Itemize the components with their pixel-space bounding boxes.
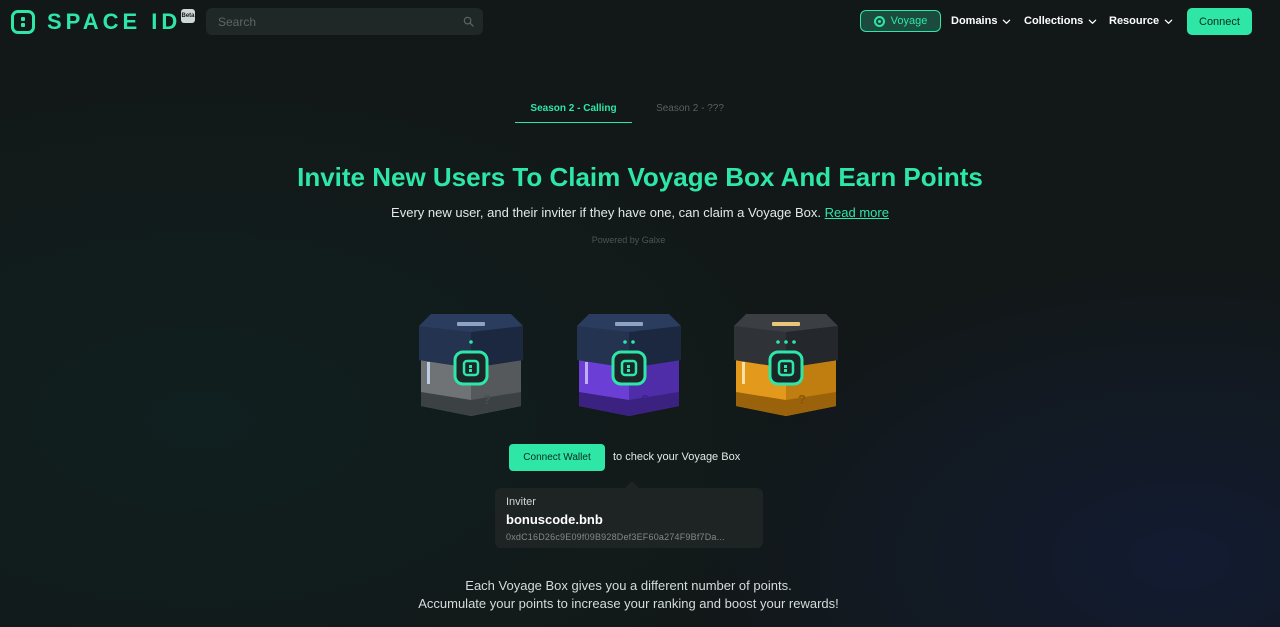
inviter-card: Inviter bonuscode.bnb 0xdC16D26c9E09f09B… (495, 481, 763, 548)
info-line-ranking: Accumulate your points to increase your … (418, 596, 839, 611)
beta-badge: Beta (181, 9, 195, 23)
inviter-address: 0xdC16D26c9E09f09B928Def3EF60a274F9Bf7Da… (506, 532, 725, 542)
question-mark: ? (798, 392, 806, 407)
page-title: Invite New Users To Claim Voyage Box And… (297, 162, 983, 192)
question-mark: ? (641, 392, 649, 407)
search-input[interactable] (206, 8, 456, 35)
nav-collections-label: Collections (1024, 15, 1084, 27)
search-icon[interactable] (463, 16, 474, 27)
read-more-link[interactable]: Read more (825, 205, 889, 220)
tab-season-2-unknown[interactable]: Season 2 - ??? (640, 103, 740, 123)
nav-resource-label: Resource (1109, 15, 1160, 27)
top-navbar: SPACE ID Beta Voyage Domains Collections… (0, 0, 1280, 44)
nav-voyage-button[interactable]: Voyage (860, 10, 941, 32)
nav-collections-dropdown[interactable]: Collections (1024, 15, 1097, 27)
space-id-logo-icon (11, 10, 35, 34)
chevron-down-icon (1164, 19, 1173, 24)
connect-wallet-button[interactable]: Connect Wallet (509, 444, 605, 471)
nav-voyage-label: Voyage (890, 15, 928, 27)
question-mark: ? (483, 392, 491, 407)
chevron-down-icon (1089, 19, 1097, 24)
inviter-name: bonuscode.bnb (506, 512, 603, 527)
purple-voyage-box: ? (577, 314, 681, 416)
subtitle-text: Every new user, and their inviter if the… (391, 205, 822, 220)
search-bar (206, 8, 483, 35)
gold-voyage-box: ? (734, 314, 838, 416)
voyage-icon (873, 15, 885, 27)
connect-button[interactable]: Connect (1187, 8, 1252, 35)
powered-by-galxe: Powered by Galxe (591, 235, 666, 245)
logo-text: SPACE ID (47, 9, 182, 34)
page-subtitle: Every new user, and their inviter if the… (0, 205, 1280, 220)
wallet-hint-text: to check your Voyage Box (613, 451, 741, 463)
gray-voyage-box: ? (419, 314, 523, 416)
space-id-logo[interactable]: SPACE ID Beta (11, 9, 195, 35)
nav-resource-dropdown[interactable]: Resource (1109, 15, 1173, 27)
nav-domains-dropdown[interactable]: Domains (951, 15, 1011, 27)
chevron-down-icon (1003, 19, 1011, 24)
inviter-label: Inviter (506, 496, 536, 508)
nav-domains-label: Domains (951, 15, 998, 27)
tab-season-2-calling[interactable]: Season 2 - Calling (515, 103, 632, 123)
info-line-points: Each Voyage Box gives you a different nu… (465, 578, 792, 593)
